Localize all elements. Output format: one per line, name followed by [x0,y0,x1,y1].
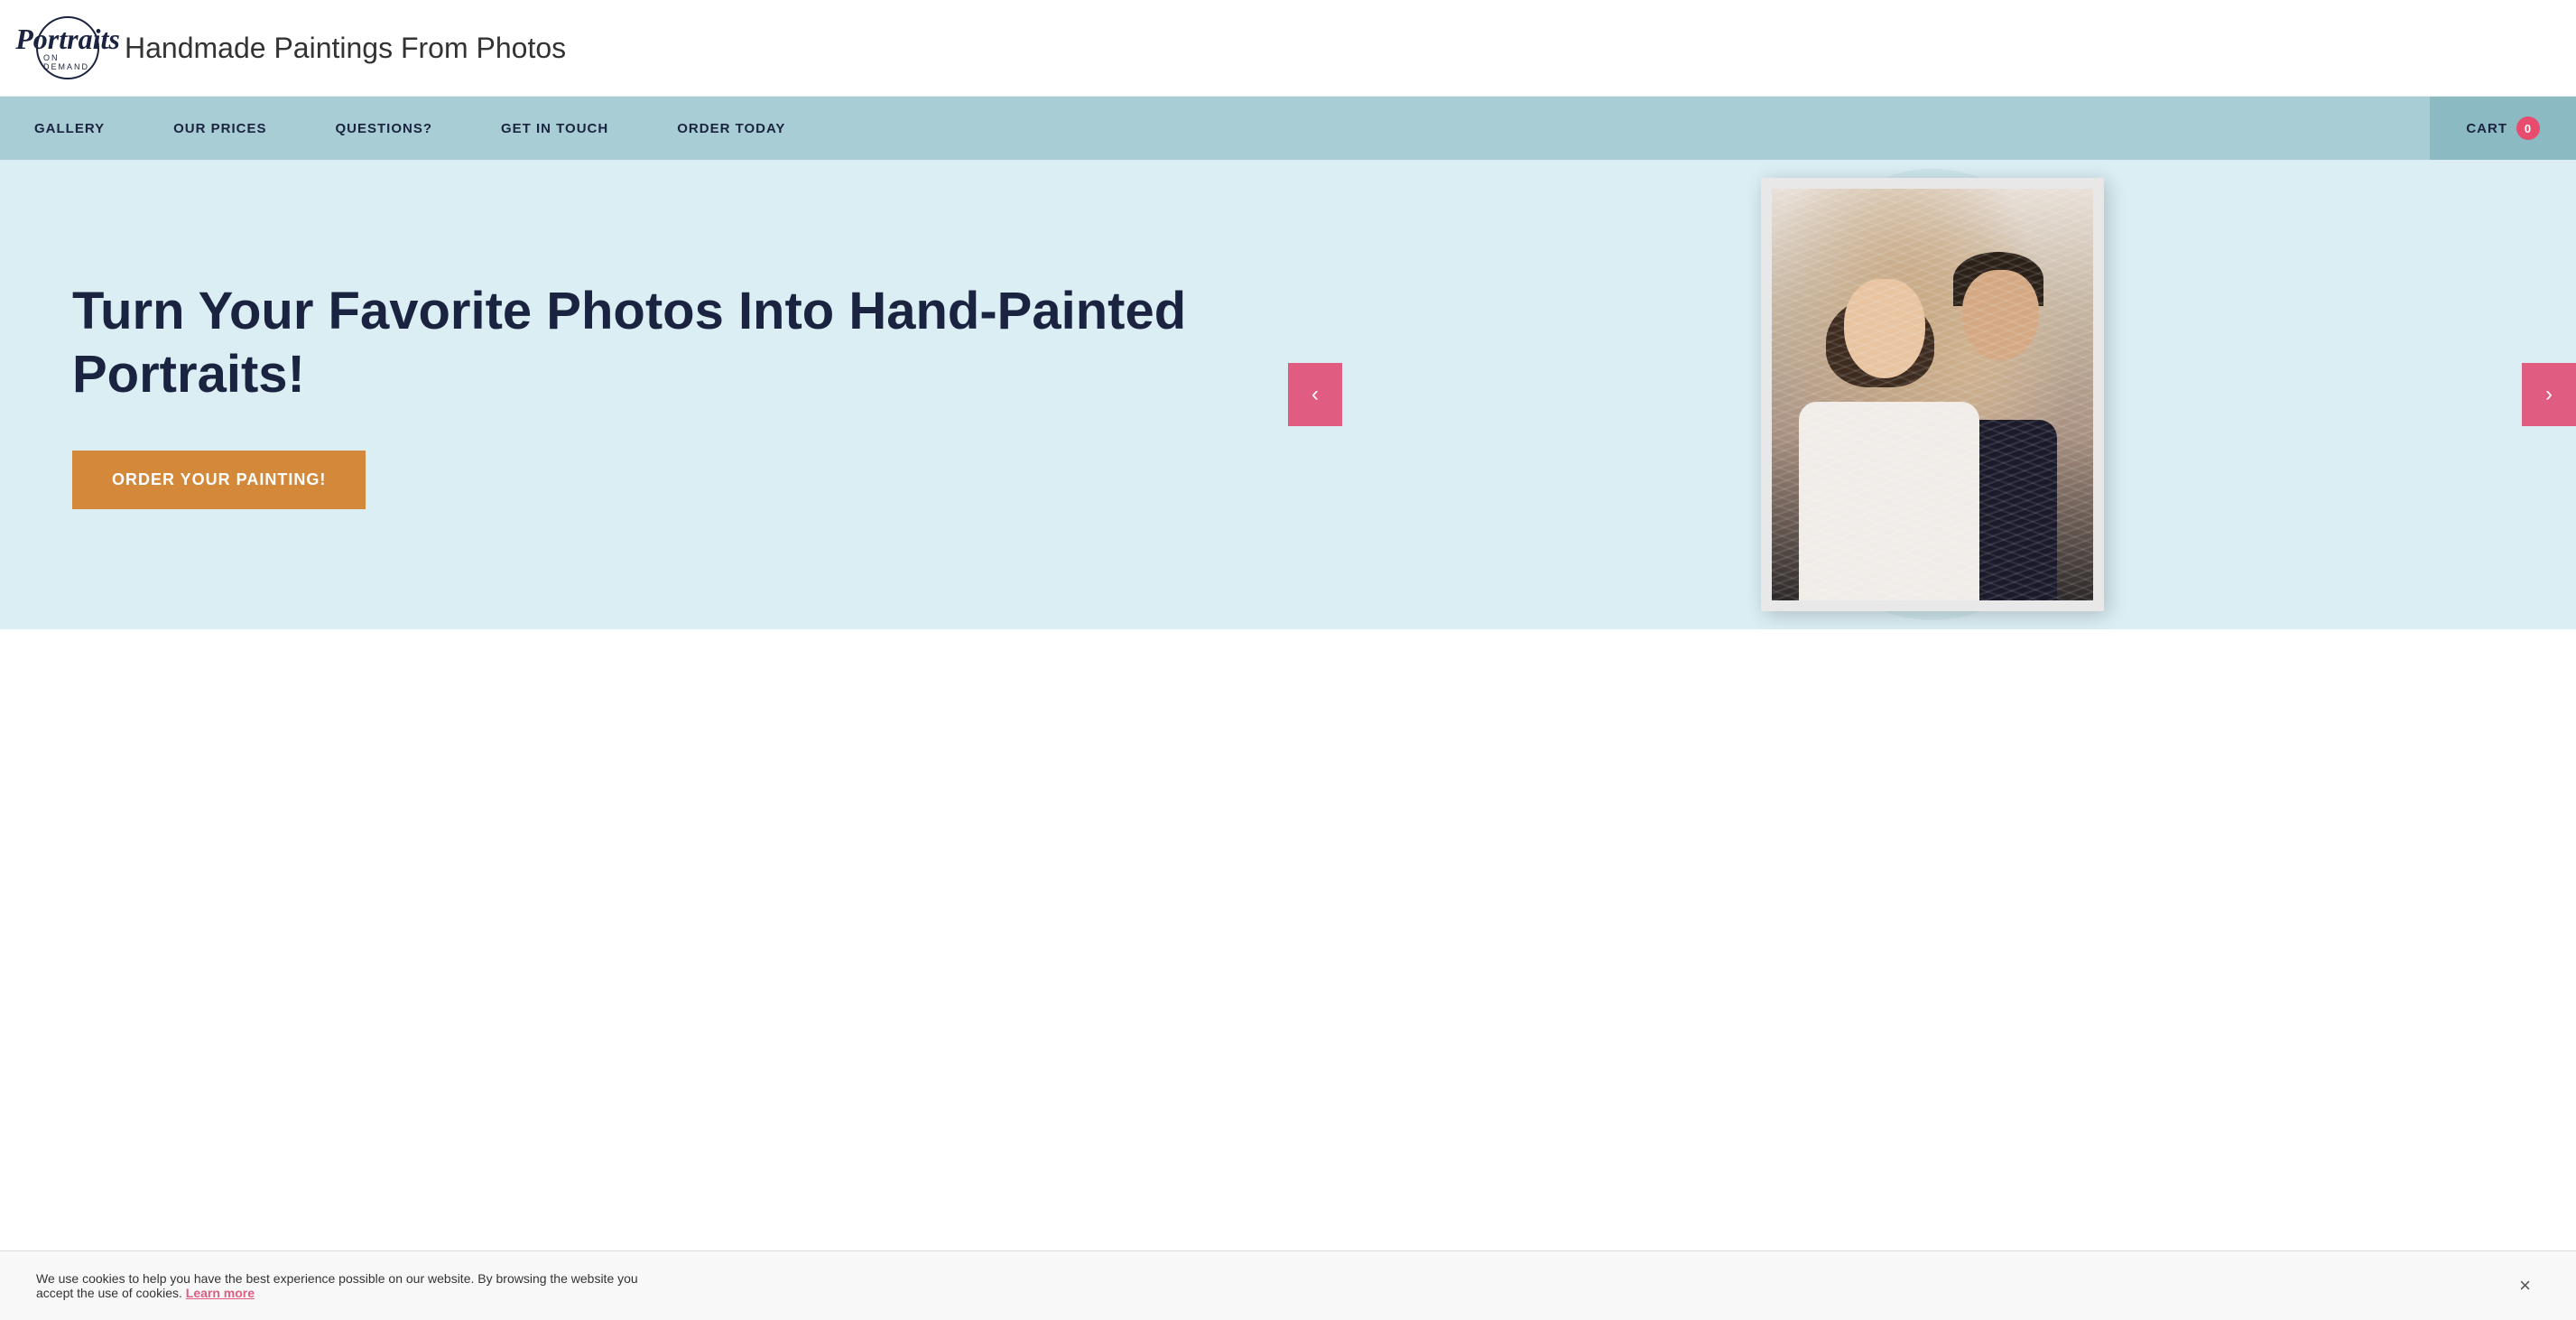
nav-order-today[interactable]: ORDER TODAY [643,97,820,160]
logo-script: Portraits [15,24,120,53]
logo-demand: ON DEMAND [43,53,92,71]
hero-text: Turn Your Favorite Photos Into Hand-Pain… [0,226,1288,563]
nav-cart[interactable]: CART 0 [2430,97,2576,160]
veil-overlay [1772,189,2093,600]
painting-frame [1761,178,2104,611]
cookie-banner: We use cookies to help you have the best… [0,1250,2576,1320]
navbar: GALLERY OUR PRICES QUESTIONS? GET IN TOU… [0,97,2576,160]
site-header: Portraits ON DEMAND Handmade Paintings F… [0,0,2576,97]
logo-area: Portraits ON DEMAND Handmade Paintings F… [36,16,566,79]
nav-questions[interactable]: QUESTIONS? [301,97,467,160]
carousel-next-button[interactable]: › [2522,363,2576,426]
nav-get-in-touch[interactable]: GET IN TOUCH [467,97,643,160]
order-painting-button[interactable]: ORDER YOUR PAINTING! [72,451,366,509]
nav-gallery[interactable]: GALLERY [0,97,139,160]
header-tagline: Handmade Paintings From Photos [125,32,566,65]
cart-label: CART [2466,121,2507,136]
hero-image-area: ‹ › [1288,160,2576,629]
hero-section: Turn Your Favorite Photos Into Hand-Pain… [0,160,2576,629]
logo-circle: Portraits ON DEMAND [36,16,99,79]
painting-inner [1772,189,2093,600]
cookie-text: We use cookies to help you have the best… [36,1271,668,1300]
nav-our-prices[interactable]: OUR PRICES [139,97,301,160]
hero-title: Turn Your Favorite Photos Into Hand-Pain… [72,280,1216,405]
cookie-message: We use cookies to help you have the best… [36,1271,638,1300]
cookie-learn-more-link[interactable]: Learn more [186,1286,255,1300]
carousel-prev-button[interactable]: ‹ [1288,363,1342,426]
cookie-close-button[interactable]: × [2510,1274,2540,1297]
cart-badge: 0 [2516,116,2540,140]
